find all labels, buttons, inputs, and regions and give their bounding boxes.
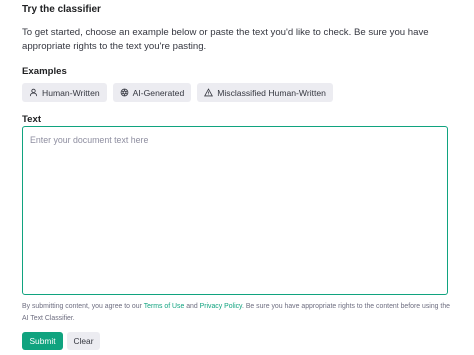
example-misclassified-button[interactable]: Misclassified Human-Written xyxy=(197,83,333,102)
example-chips: Human-Written AI-Generated Misclassified… xyxy=(22,83,333,102)
terms-of-use-link[interactable]: Terms of Use xyxy=(144,303,185,310)
clear-button[interactable]: Clear xyxy=(67,332,100,350)
example-ai-generated-label: AI-Generated xyxy=(132,87,185,98)
examples-label: Examples xyxy=(22,66,67,77)
document-text-input[interactable] xyxy=(22,126,448,295)
submit-button[interactable]: Submit xyxy=(22,332,63,350)
person-icon xyxy=(29,88,38,97)
example-human-written-label: Human-Written xyxy=(42,87,100,98)
warning-icon xyxy=(204,88,214,97)
example-misclassified-label: Misclassified Human-Written xyxy=(217,87,326,98)
example-human-written-button[interactable]: Human-Written xyxy=(22,83,107,102)
disclaimer-text: By submitting content, you agree to our … xyxy=(22,301,452,325)
text-label: Text xyxy=(22,114,42,125)
privacy-policy-link[interactable]: Privacy Policy xyxy=(200,303,242,310)
openai-logo-icon xyxy=(120,88,128,97)
disclaimer-and: and xyxy=(184,303,200,310)
intro-text: To get started, choose an example below … xyxy=(22,27,429,52)
example-ai-generated-button[interactable]: AI-Generated xyxy=(112,83,192,102)
disclaimer-before: By submitting content, you agree to our xyxy=(22,303,144,310)
page-heading: Try the classifier xyxy=(22,4,101,15)
